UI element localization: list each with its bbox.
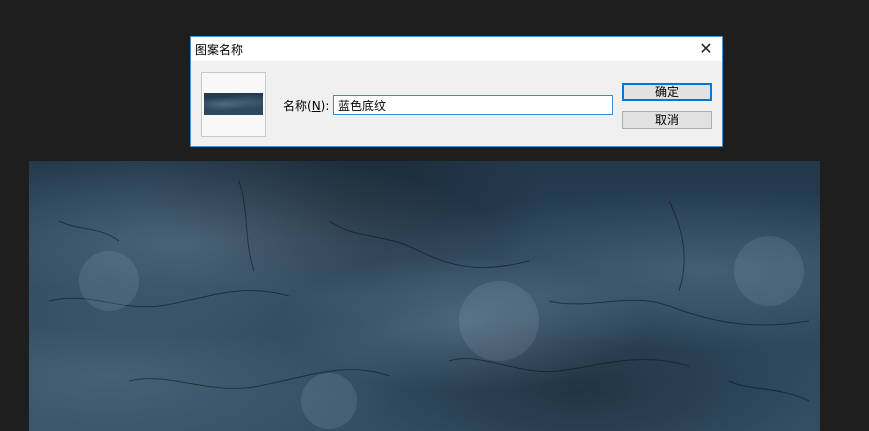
texture-cracks [48, 180, 810, 429]
document-canvas-texture[interactable] [29, 161, 820, 431]
photoshop-workspace: 图案名称 ✕ 名称(N): 确定 取消 [0, 0, 869, 431]
name-label: 名称(N): [283, 97, 329, 114]
pattern-preview-thumbnail [204, 93, 263, 115]
name-label-prefix: 名称( [283, 99, 312, 113]
ok-button[interactable]: 确定 [622, 83, 712, 101]
name-label-suffix: ): [320, 99, 330, 113]
name-label-mnemonic: N [311, 99, 321, 113]
pattern-preview-frame [201, 72, 266, 137]
dialog-titlebar[interactable]: 图案名称 ✕ [191, 37, 722, 61]
pattern-name-input[interactable] [333, 95, 613, 115]
close-icon[interactable]: ✕ [696, 39, 716, 59]
pattern-name-dialog: 图案名称 ✕ 名称(N): 确定 取消 [190, 36, 723, 147]
cancel-button[interactable]: 取消 [622, 111, 712, 129]
dialog-title: 图案名称 [195, 43, 244, 57]
